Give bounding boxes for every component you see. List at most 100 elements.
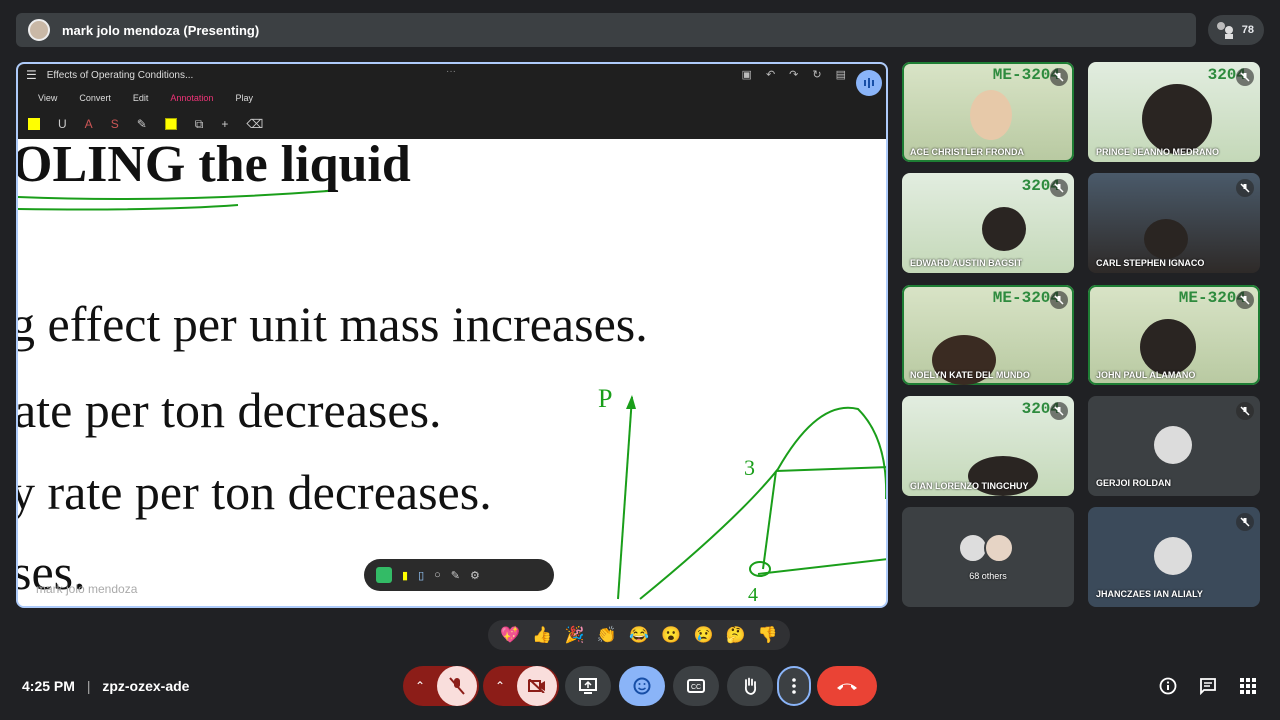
emoji-icon bbox=[633, 677, 651, 695]
reaction-clap[interactable]: 👏 bbox=[597, 625, 617, 645]
reaction-thinking[interactable]: 🤔 bbox=[726, 625, 746, 645]
participant-name: CARL STEPHEN IGNACO bbox=[1096, 258, 1205, 268]
add-icon[interactable]: + bbox=[221, 117, 228, 131]
presenter-banner: mark jolo mendoza (Presenting) bbox=[16, 13, 1196, 47]
menu-icon[interactable]: ☰ bbox=[26, 68, 37, 82]
participant-name: NOELYN KATE DEL MUNDO bbox=[910, 370, 1030, 380]
underline-icon[interactable]: U bbox=[58, 117, 67, 131]
reaction-party[interactable]: 🎉 bbox=[565, 625, 585, 645]
reaction-surprised[interactable]: 😮 bbox=[661, 625, 681, 645]
text-color-icon[interactable]: A bbox=[85, 117, 93, 131]
menu-view[interactable]: View bbox=[38, 93, 57, 103]
mic-off-icon bbox=[449, 677, 465, 695]
calendar-icon[interactable]: ▤ bbox=[836, 68, 846, 81]
meeting-details-button[interactable] bbox=[1156, 674, 1180, 698]
participant-name: GIAN LORENZO TINGCHUY bbox=[910, 481, 1029, 491]
leave-call-button[interactable] bbox=[817, 666, 877, 706]
speaking-indicator-icon bbox=[856, 70, 882, 96]
participant-tile[interactable]: ME-3204 ACE CHRISTLER FRONDA bbox=[902, 62, 1074, 162]
reactions-button[interactable] bbox=[619, 666, 665, 706]
settings-icon[interactable]: ⚙ bbox=[470, 569, 480, 582]
reactions-bar: 💖 👍 🎉 👏 😂 😮 😢 🤔 👎 bbox=[488, 620, 790, 650]
copy-icon[interactable]: ⧉ bbox=[195, 117, 204, 132]
participant-tile[interactable]: 3204 GIAN LORENZO TINGCHUY bbox=[902, 396, 1074, 496]
reaction-heart[interactable]: 💖 bbox=[500, 625, 520, 645]
presenter-avatar bbox=[28, 19, 50, 41]
save-icon[interactable]: ▣ bbox=[742, 68, 752, 81]
more-options-button[interactable] bbox=[777, 666, 811, 706]
others-tile[interactable]: 68 others bbox=[902, 507, 1074, 607]
lasso-icon[interactable]: ○ bbox=[434, 569, 441, 581]
undo-icon[interactable]: ↶ bbox=[766, 68, 775, 81]
hand-icon bbox=[744, 677, 757, 695]
ink-label-3: 3 bbox=[744, 455, 755, 480]
raise-hand-button[interactable] bbox=[727, 666, 773, 706]
participants-button[interactable]: 78 bbox=[1208, 15, 1264, 45]
participant-tile[interactable]: CARL STEPHEN IGNACO bbox=[1088, 173, 1260, 273]
activities-button[interactable] bbox=[1236, 674, 1260, 698]
camera-options-chevron-icon[interactable]: ⌃ bbox=[483, 679, 517, 693]
present-button[interactable] bbox=[565, 666, 611, 706]
strikethrough-icon[interactable]: S bbox=[111, 117, 119, 131]
reaction-sad[interactable]: 😢 bbox=[693, 625, 713, 645]
mic-off-icon bbox=[1050, 179, 1068, 197]
refresh-icon[interactable]: ↻ bbox=[812, 68, 821, 81]
avatar bbox=[984, 533, 1014, 563]
chat-button[interactable] bbox=[1196, 674, 1220, 698]
mic-off-icon bbox=[1236, 68, 1254, 86]
chat-icon bbox=[1200, 678, 1216, 695]
info-icon bbox=[1159, 677, 1177, 695]
mic-off-icon bbox=[1236, 179, 1254, 197]
participant-tile[interactable]: ME-3204 JOHN PAUL ALAMANO bbox=[1088, 285, 1260, 385]
pen-settings-icon[interactable]: ✎ bbox=[451, 569, 460, 582]
avatar bbox=[1154, 537, 1192, 575]
highlight-icon[interactable] bbox=[28, 118, 40, 130]
pen-icon[interactable]: ✎ bbox=[137, 117, 147, 131]
presentation-area: ☰ Effects of Operating Conditions... ···… bbox=[16, 62, 888, 608]
captions-icon: CC bbox=[687, 679, 705, 693]
app-toolbar: ☰ Effects of Operating Conditions... ···… bbox=[18, 64, 886, 139]
eraser-tool-icon[interactable]: ▯ bbox=[418, 569, 424, 582]
participant-tile[interactable]: 3204 EDWARD AUSTIN BAGSIT bbox=[902, 173, 1074, 273]
window-controls: ▣ ↶ ↷ ↻ ▤ bbox=[742, 68, 846, 81]
reaction-thumbs-up[interactable]: 👍 bbox=[532, 625, 552, 645]
participant-tile[interactable]: ME-3204 NOELYN KATE DEL MUNDO bbox=[902, 285, 1074, 385]
presenter-title: mark jolo mendoza (Presenting) bbox=[62, 22, 260, 38]
eraser-icon[interactable]: ⌫ bbox=[246, 117, 263, 131]
participant-tile[interactable]: JHANCZAES IAN ALIALY bbox=[1088, 507, 1260, 607]
pen-toolbar: ▮ ▯ ○ ✎ ⚙ bbox=[364, 559, 554, 591]
camera-toggle-button[interactable] bbox=[517, 666, 557, 706]
clock: 4:25 PM bbox=[22, 678, 75, 694]
menu-play[interactable]: Play bbox=[235, 93, 253, 103]
meeting-code: zpz-ozex-ade bbox=[102, 678, 190, 694]
participant-tile[interactable]: 3204 PRINCE JEANNO MEDRANO bbox=[1088, 62, 1260, 162]
others-count: 68 others bbox=[969, 571, 1007, 581]
svg-text:CC: CC bbox=[691, 684, 701, 691]
captions-button[interactable]: CC bbox=[673, 666, 719, 706]
green-pen-icon[interactable] bbox=[376, 567, 392, 583]
participant-name: ACE CHRISTLER FRONDA bbox=[910, 147, 1024, 157]
reaction-thumbs-down[interactable]: 👎 bbox=[758, 625, 778, 645]
menu-convert[interactable]: Convert bbox=[79, 93, 111, 103]
participant-count: 78 bbox=[1241, 24, 1254, 36]
participant-name: GERJOI ROLDAN bbox=[1096, 478, 1172, 488]
ink-label-4: 4 bbox=[748, 584, 758, 606]
highlighter-icon[interactable] bbox=[164, 118, 177, 130]
mic-off-icon bbox=[1236, 402, 1254, 420]
mic-options-chevron-icon[interactable]: ⌃ bbox=[403, 679, 437, 693]
meeting-info: 4:25 PM | zpz-ozex-ade bbox=[22, 678, 189, 694]
more-dots-icon[interactable]: ··· bbox=[446, 66, 456, 77]
reaction-laugh[interactable]: 😂 bbox=[629, 625, 649, 645]
participant-tile[interactable]: GERJOI ROLDAN bbox=[1088, 396, 1260, 496]
marker-icon[interactable]: ▮ bbox=[402, 569, 408, 582]
mic-off-icon bbox=[1236, 291, 1254, 309]
participant-name: JHANCZAES IAN ALIALY bbox=[1096, 589, 1203, 599]
apps-grid-icon bbox=[1240, 678, 1256, 694]
redo-disabled-icon: ↷ bbox=[789, 69, 799, 81]
menu-annotation[interactable]: Annotation bbox=[170, 93, 213, 103]
present-screen-icon bbox=[579, 678, 597, 694]
mic-toggle-button[interactable] bbox=[437, 666, 477, 706]
menu-edit[interactable]: Edit bbox=[133, 93, 149, 103]
mic-off-icon bbox=[1236, 513, 1254, 531]
doc-title: Effects of Operating Conditions... bbox=[46, 69, 194, 81]
